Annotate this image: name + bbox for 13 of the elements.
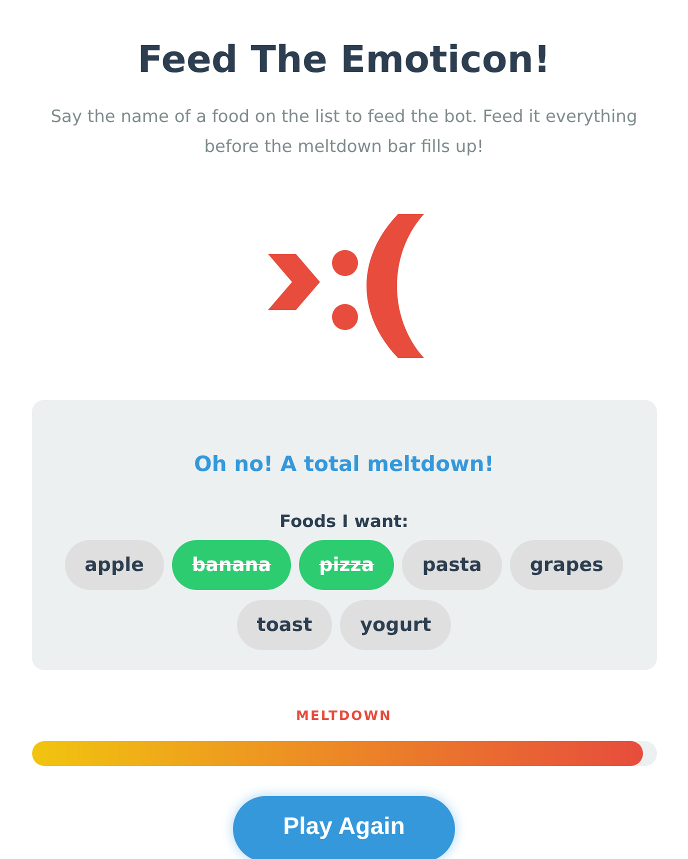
- food-tag: pasta: [402, 540, 502, 590]
- food-tag: toast: [236, 600, 332, 650]
- foods-heading: Foods I want:: [280, 511, 408, 534]
- food-tag: banana: [172, 540, 292, 590]
- food-tag: pizza: [299, 540, 394, 590]
- result-message: Oh no! A total meltdown!: [194, 451, 494, 478]
- meltdown-label: MELTDOWN: [295, 708, 393, 726]
- food-tag: grapes: [510, 540, 624, 590]
- food-tag: apple: [64, 540, 164, 590]
- instructions-text: Say the name of a food on the list to feed the bot. Feed it everything before the meltdown bar fills up!: [50, 106, 638, 159]
- page-title: Feed The Emoticon!: [136, 37, 552, 83]
- food-tag: yogurt: [340, 600, 452, 650]
- play-again-button[interactable]: Play Again: [233, 796, 455, 859]
